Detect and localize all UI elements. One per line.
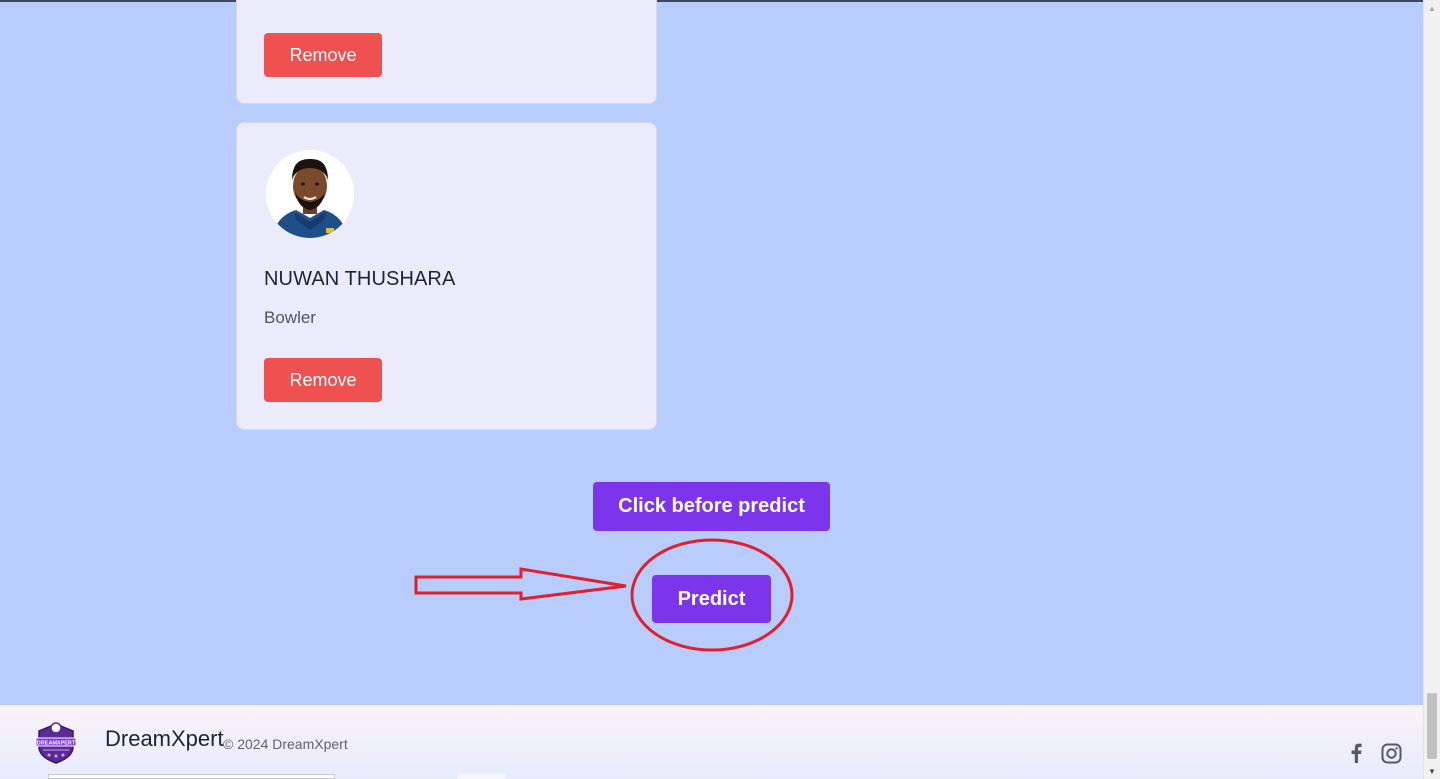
dreamxpert-logo[interactable]: DREAMXPERT xyxy=(33,719,79,765)
instagram-icon[interactable] xyxy=(1380,742,1402,764)
footer-copyright: © 2024 DreamXpert xyxy=(223,736,348,752)
main-content: Remove NUWAN THUSHARA Bowler Remove Clic… xyxy=(0,0,1423,705)
annotation-arrow xyxy=(414,567,627,601)
svg-text:DREAMXPERT: DREAMXPERT xyxy=(37,741,76,747)
footer-brand: DreamXpert xyxy=(105,726,224,751)
player-role: Bowler xyxy=(264,308,316,327)
predict-button[interactable]: Predict xyxy=(652,575,771,623)
remove-button[interactable]: Remove xyxy=(264,33,382,77)
scrollbar-thumb[interactable] xyxy=(1427,693,1437,759)
horizontal-scrollbar[interactable] xyxy=(48,774,335,779)
scroll-down-arrow-icon[interactable]: ▼ xyxy=(1424,763,1440,779)
facebook-icon[interactable] xyxy=(1345,742,1367,764)
click-before-predict-button[interactable]: Click before predict xyxy=(593,482,830,531)
player-avatar xyxy=(266,150,354,238)
player-name: NUWAN THUSHARA xyxy=(264,268,456,290)
footer: DREAMXPERT DreamXpert © 2024 DreamXpert xyxy=(0,705,1423,779)
player-card: Remove xyxy=(236,0,657,104)
player-card: NUWAN THUSHARA Bowler Remove xyxy=(236,122,657,430)
vertical-scrollbar[interactable]: ▲ ▼ xyxy=(1423,0,1440,779)
status-strip xyxy=(457,774,505,779)
scroll-up-arrow-icon[interactable]: ▲ xyxy=(1424,0,1440,16)
remove-button[interactable]: Remove xyxy=(264,358,382,402)
